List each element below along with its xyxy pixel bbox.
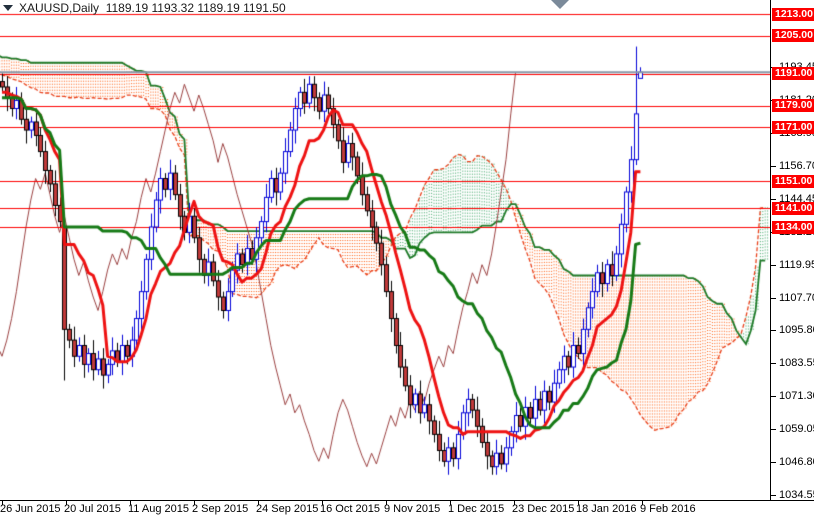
date-tick-label: 9 Nov 2015	[384, 503, 441, 515]
price-chart-canvas[interactable]	[0, 0, 770, 500]
price-tick-label: 1071.30	[779, 390, 814, 402]
date-tick-label: 2 Sep 2015	[192, 503, 249, 515]
title-spacer	[99, 1, 106, 15]
date-tick-label: 20 Jul 2015	[64, 503, 121, 515]
price-tick	[771, 396, 776, 397]
price-tick	[771, 265, 776, 266]
price-tick	[771, 495, 776, 496]
price-tick-label: 1107.70	[779, 292, 814, 304]
price-tick-label: 1083.55	[779, 357, 814, 369]
price-level-badge[interactable]: 1213.00	[772, 8, 814, 21]
price-tick	[771, 462, 776, 463]
price-level-badge[interactable]: 1179.00	[772, 99, 814, 112]
date-tick-label: 11 Aug 2015	[128, 503, 189, 515]
price-tick	[771, 298, 776, 299]
date-tick-label: 24 Sep 2015	[256, 503, 319, 515]
chart-title: XAUUSD,Daily	[19, 0, 100, 15]
price-tick	[771, 330, 776, 331]
date-tick-label: 9 Feb 2016	[640, 503, 696, 515]
price-tick-label: 1095.80	[779, 324, 814, 336]
price-level-badge[interactable]: 1205.00	[772, 29, 814, 42]
chart-ohlc-quote: 1189.19 1193.32 1189.19 1191.50	[105, 0, 286, 15]
price-level-badge[interactable]: 1134.00	[772, 221, 814, 234]
date-tick-label: 26 Jun 2015	[0, 503, 61, 515]
price-tick-label: 1059.05	[779, 423, 814, 435]
date-tick-label: 16 Oct 2015	[320, 503, 380, 515]
price-tick	[771, 199, 776, 200]
price-tick-label: 1119.95	[779, 259, 814, 271]
title-bar: XAUUSD,Daily 1189.19 1193.32 1189.19 119…	[3, 0, 286, 15]
chart-window: XAUUSD,Daily 1189.19 1193.32 1189.19 119…	[0, 0, 814, 516]
price-level-badge[interactable]: 1191.00	[772, 67, 814, 80]
symbol-menu-icon[interactable]	[3, 4, 13, 11]
chart-shift-marker-icon[interactable]	[551, 0, 569, 9]
date-tick-label: 18 Jan 2016	[576, 503, 637, 515]
price-level-badge[interactable]: 1171.00	[772, 121, 814, 134]
price-tick	[771, 363, 776, 364]
price-axis[interactable]: 1193.451181.201168.951156.701144.451132.…	[770, 0, 814, 501]
price-tick-label: 1156.70	[779, 160, 814, 172]
date-tick-label: 1 Dec 2015	[448, 503, 505, 515]
price-tick	[771, 429, 776, 430]
price-tick-label: 1046.80	[779, 456, 814, 468]
date-tick-label: 23 Dec 2015	[512, 503, 575, 515]
price-tick	[771, 166, 776, 167]
price-level-badge[interactable]: 1151.00	[772, 175, 814, 188]
price-level-badge[interactable]: 1141.00	[772, 202, 814, 215]
time-axis[interactable]: 26 Jun 2015 20 Jul 2015 11 Aug 2015 2 Sep 2…	[0, 500, 814, 516]
